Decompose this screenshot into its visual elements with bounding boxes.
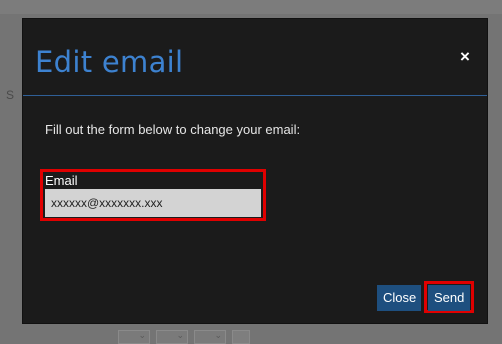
background-top-bar (0, 0, 502, 14)
edit-email-modal: Edit email × Fill out the form below to … (22, 18, 488, 324)
background-select: ⌄ (194, 330, 226, 344)
email-label: Email (45, 173, 78, 188)
background-controls: ⌄ ⌄ ⌄ (118, 330, 250, 344)
modal-header: Edit email × (23, 19, 487, 96)
background-select: ⌄ (156, 330, 188, 344)
send-button[interactable]: Send (428, 285, 470, 311)
modal-title: Edit email (35, 45, 184, 79)
close-button[interactable]: Close (377, 285, 421, 311)
background-letter: S (6, 88, 15, 102)
calendar-icon (232, 330, 250, 344)
chevron-down-icon: ⌄ (138, 330, 146, 340)
instructions-text: Fill out the form below to change your e… (45, 122, 301, 137)
email-field[interactable]: xxxxxx@xxxxxxx.xxx (45, 189, 261, 217)
background-select: ⌄ (118, 330, 150, 344)
chevron-down-icon: ⌄ (176, 330, 184, 340)
chevron-down-icon: ⌄ (214, 330, 222, 340)
close-icon[interactable]: × (457, 48, 473, 65)
